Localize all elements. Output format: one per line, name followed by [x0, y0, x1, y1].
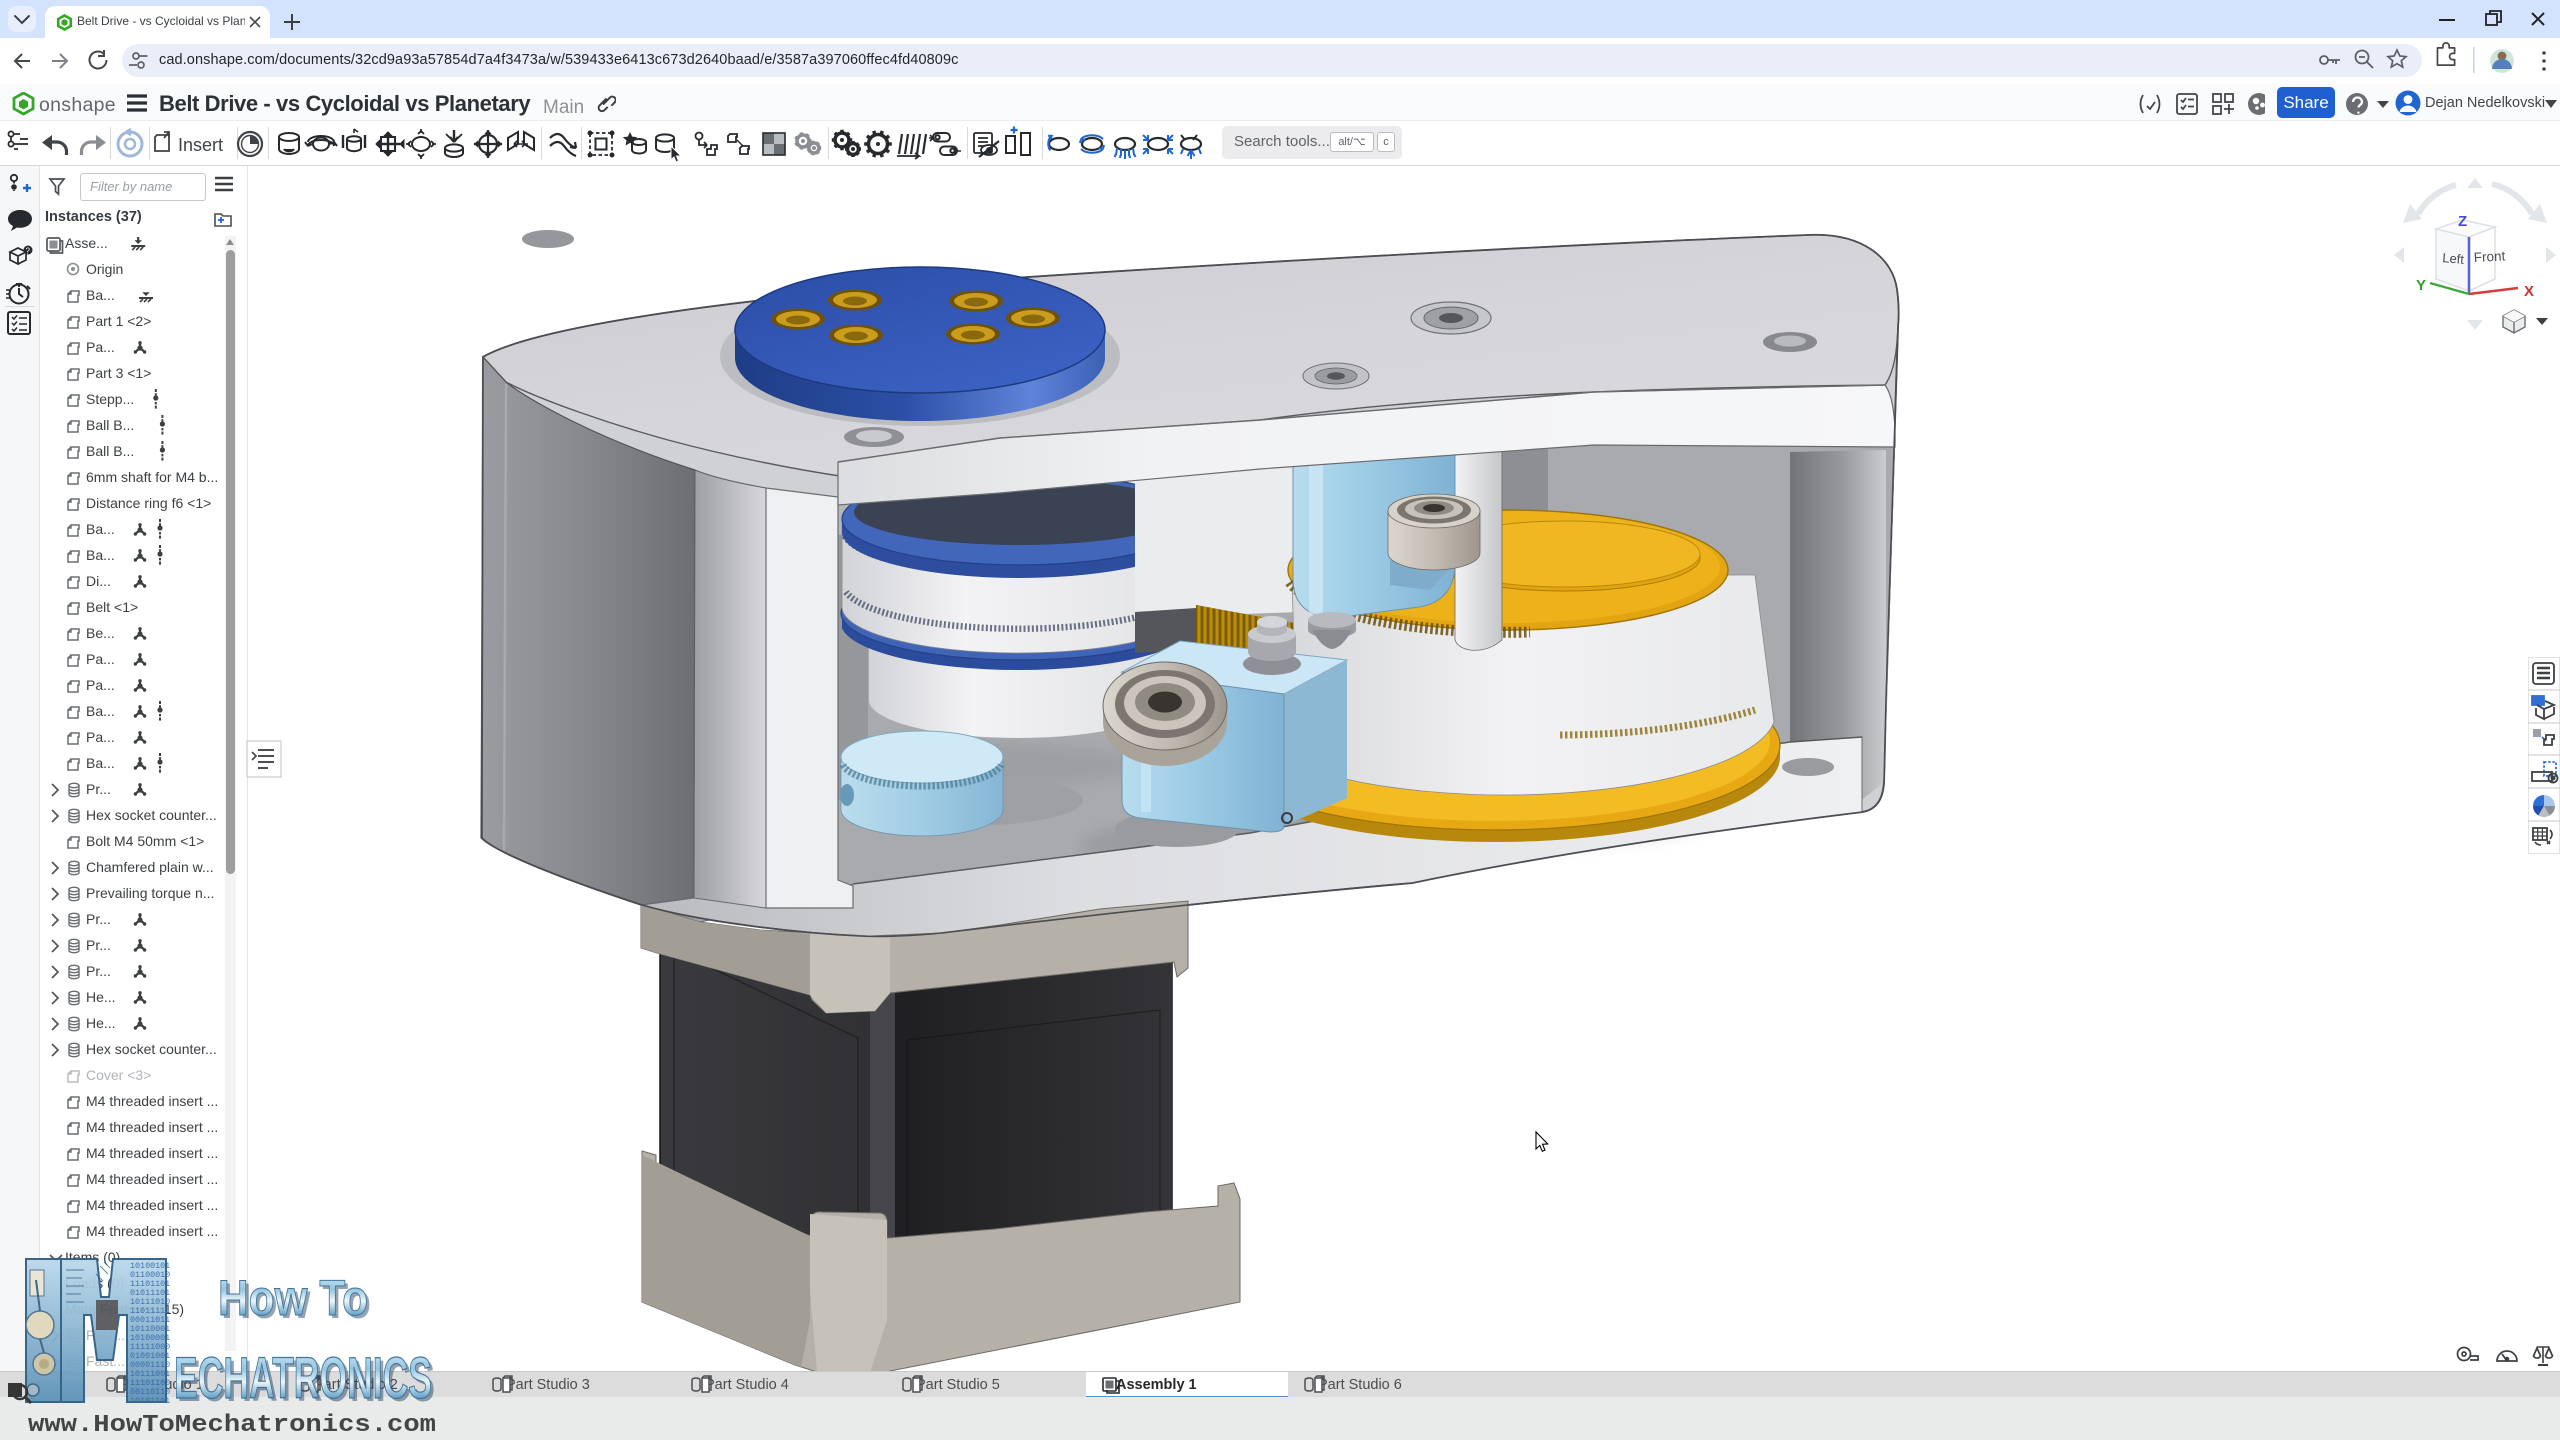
svg-text:Insert: Insert: [178, 135, 223, 155]
svg-text:X: X: [2524, 283, 2534, 300]
svg-text:www.HowToMechatronics.com: www.HowToMechatronics.com: [28, 1412, 436, 1439]
svg-text:Y: Y: [2416, 277, 2426, 294]
svg-text:Left: Left: [2442, 250, 2465, 267]
svg-text:Z: Z: [2458, 213, 2467, 230]
svg-text:?: ?: [26, 247, 31, 256]
svg-text:Front: Front: [2473, 248, 2505, 265]
svg-text:ECHATRONICS: ECHATRONICS: [174, 1346, 432, 1411]
svg-text:How To: How To: [218, 1270, 368, 1326]
svg-text:onshape: onshape: [39, 94, 116, 116]
svg-text:10101101: 10101101: [130, 1396, 170, 1406]
